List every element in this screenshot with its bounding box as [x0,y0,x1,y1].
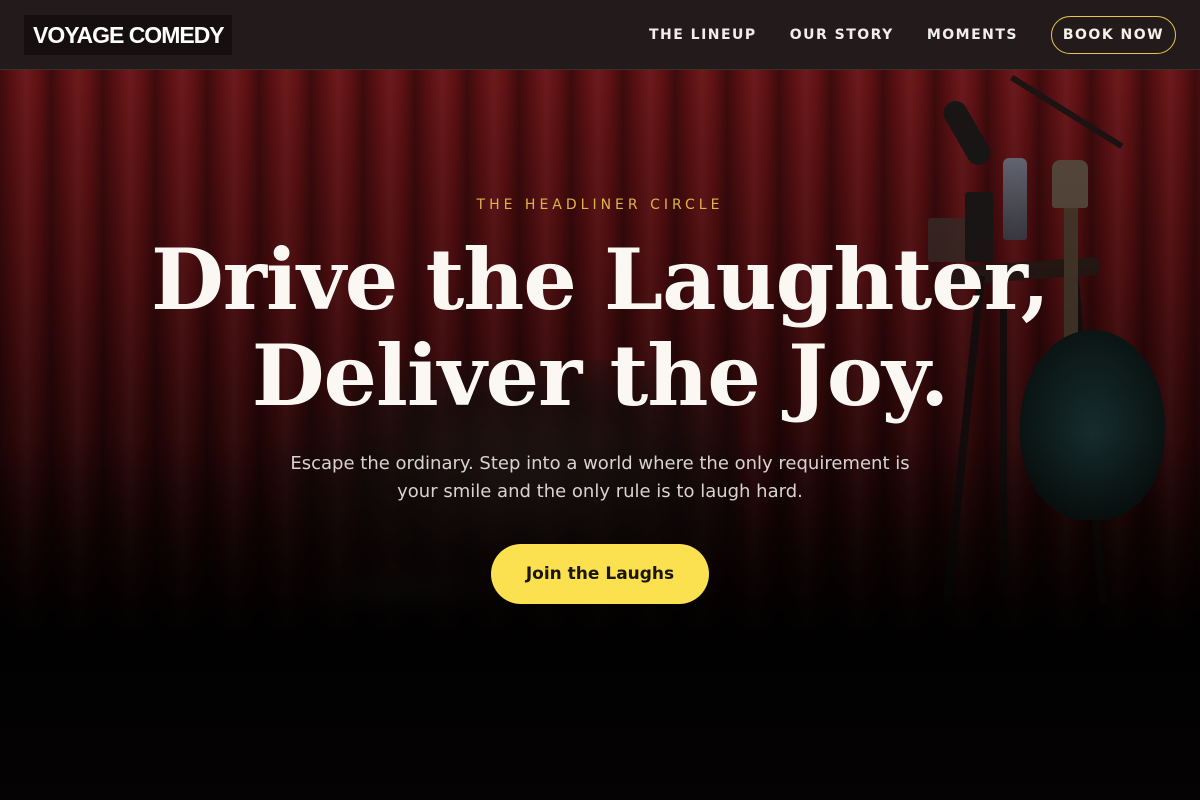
brand-logo[interactable]: VOYAGE COMEDY [24,14,232,55]
nav-link-moments[interactable]: MOMENTS [927,27,1018,43]
hero-headline: Drive the Laughter, Deliver the Joy. [0,232,1200,424]
top-navbar: VOYAGE COMEDY THE LINEUP OUR STORY MOMEN… [0,0,1200,70]
nav-link-our-story[interactable]: OUR STORY [790,27,894,43]
hero-eyebrow: THE HEADLINER CIRCLE [476,197,724,213]
join-the-laughs-button[interactable]: Join the Laughs [491,544,709,604]
hero-headline-line1: Drive the Laughter, [150,230,1050,329]
nav-link-lineup[interactable]: THE LINEUP [649,27,757,43]
nav-links: THE LINEUP OUR STORY MOMENTS BOOK NOW [616,15,1176,54]
hero-section: THE HEADLINER CIRCLE Drive the Laughter,… [0,0,1200,800]
hero-headline-line2: Deliver the Joy. [251,326,950,425]
book-now-button[interactable]: BOOK NOW [1051,15,1176,54]
hero-subtext: Escape the ordinary. Step into a world w… [290,453,910,502]
